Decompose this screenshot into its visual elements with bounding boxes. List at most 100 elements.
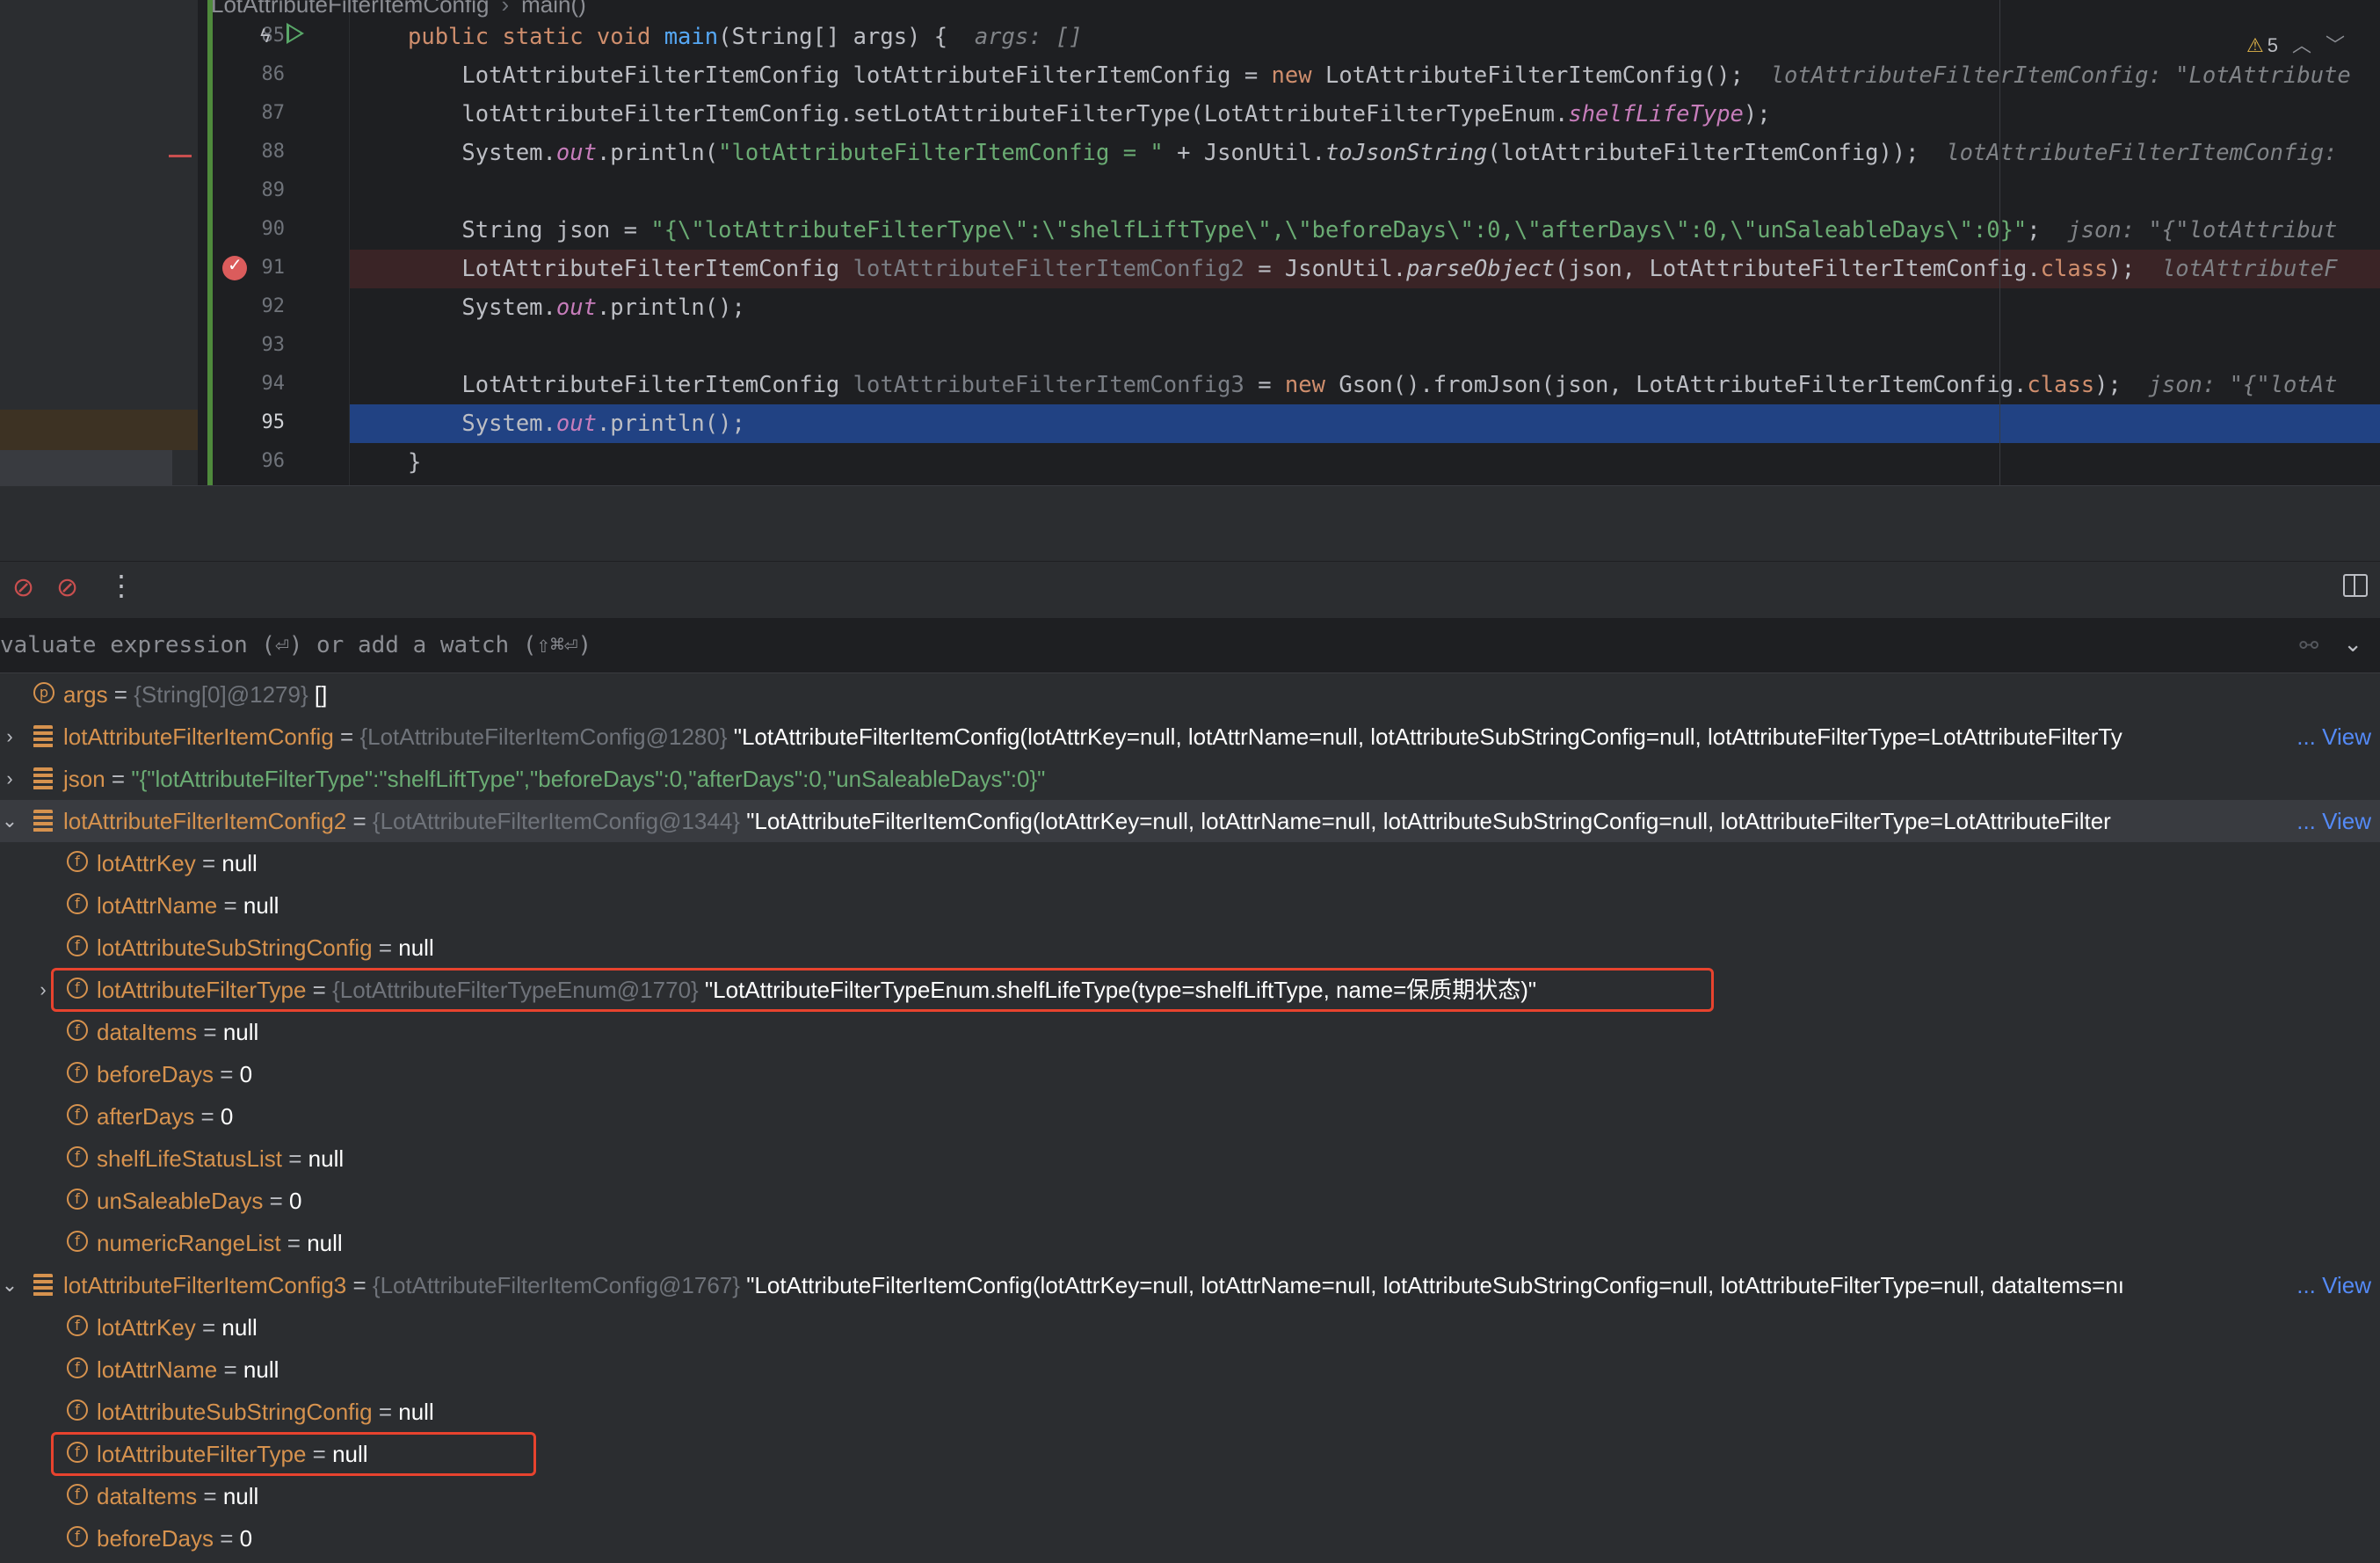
line-number[interactable]: 90 <box>223 218 286 240</box>
breadcrumb-method[interactable]: main() <box>521 0 586 18</box>
side-panel-scrollbar[interactable] <box>0 450 172 485</box>
equals-sign: = <box>197 1019 223 1045</box>
line-gutter[interactable]: 85 86 87 88 89 90 91 92 93 94 95 96 <box>213 0 350 485</box>
line-number[interactable]: 95 <box>223 411 286 433</box>
equals-sign: = <box>195 850 222 876</box>
code-line[interactable] <box>350 172 2380 211</box>
variable-row[interactable]: f beforeDays = 0 <box>0 1517 2380 1559</box>
line-number[interactable]: 85 <box>223 25 286 47</box>
line-number[interactable]: 87 <box>223 102 286 124</box>
more-options-icon[interactable]: ⋮ <box>107 569 135 602</box>
variable-row[interactable]: f unSaleableDays = 0 <box>0 1180 2380 1222</box>
variable-row[interactable]: f lotAttrName = null <box>0 884 2380 927</box>
field-icon: f <box>67 935 88 956</box>
code-line[interactable]: System.out.println(); <box>350 288 2380 327</box>
line-number[interactable]: 96 <box>223 450 286 472</box>
code-line[interactable]: System.out.println(); <box>350 404 2380 443</box>
lightning-icon[interactable]: ϟ <box>260 25 271 47</box>
variable-row[interactable]: f lotAttrKey = null <box>0 1306 2380 1349</box>
code-line[interactable]: public static void main(String[] args) {… <box>350 18 2380 56</box>
variable-row[interactable]: f shelfLifeStatusList = null <box>0 1138 2380 1180</box>
code-line[interactable]: lotAttributeFilterItemConfig.setLotAttri… <box>350 95 2380 134</box>
evaluate-expression-input[interactable] <box>0 618 2250 672</box>
code-line[interactable]: LotAttributeFilterItemConfig lotAttribut… <box>350 250 2380 288</box>
variable-row[interactable]: f afterDays = 0 <box>0 1095 2380 1138</box>
code-line-text: LotAttributeFilterItemConfig lotAttribut… <box>408 250 2337 288</box>
code-line[interactable]: LotAttributeFilterItemConfig lotAttribut… <box>350 56 2380 95</box>
line-number[interactable]: 93 <box>223 334 286 356</box>
code-line[interactable]: System.out.println("lotAttributeFilterIt… <box>350 134 2380 172</box>
code-token: Gson().fromJson(json, LotAttributeFilter… <box>1339 372 2028 398</box>
code-token: new <box>1284 372 1339 398</box>
equals-sign: = <box>213 1061 240 1087</box>
code-area[interactable]: public static void main(String[] args) {… <box>350 0 2380 485</box>
equals-sign: = <box>282 1145 308 1172</box>
chevron-right-icon[interactable]: › <box>0 716 19 758</box>
chevron-up-icon[interactable]: ︿ <box>2292 34 2311 56</box>
variable-name: unSaleableDays <box>97 1188 264 1214</box>
layout-icon[interactable] <box>2343 574 2368 597</box>
variable-row[interactable]: f lotAttrName = null <box>0 1349 2380 1391</box>
field-icon: f <box>67 1020 88 1041</box>
variable-value: null <box>222 1019 259 1045</box>
chevron-right-icon[interactable]: › <box>0 758 19 800</box>
chevron-down-icon[interactable]: ⌄ <box>0 1264 19 1306</box>
run-icon[interactable] <box>287 23 304 44</box>
line-number[interactable]: 94 <box>223 373 286 395</box>
line-number[interactable]: 86 <box>223 63 286 85</box>
view-breakpoints-icon[interactable]: ⊘ <box>12 572 34 603</box>
code-token: ); <box>2094 372 2149 398</box>
variable-text: lotAttributeSubStringConfig = null <box>97 927 434 969</box>
variable-row[interactable]: ⌄ lotAttributeFilterItemConfig3 = {LotAtt… <box>0 1264 2380 1306</box>
chevron-right-icon[interactable]: › <box>33 969 53 1011</box>
variable-row[interactable]: f beforeDays = 0 <box>0 1053 2380 1095</box>
variable-row[interactable]: f lotAttributeSubStringConfig = null <box>0 1391 2380 1433</box>
code-line[interactable]: LotAttributeFilterItemConfig lotAttribut… <box>350 366 2380 404</box>
code-token: out <box>555 140 597 166</box>
breakpoint-icon[interactable] <box>222 254 247 280</box>
code-line[interactable] <box>350 327 2380 366</box>
right-margin-guide <box>1999 0 2000 485</box>
variable-row[interactable]: f dataItems = null <box>0 1011 2380 1053</box>
variable-row[interactable]: f dataItems = null <box>0 1475 2380 1517</box>
line-number[interactable]: 88 <box>223 141 286 163</box>
highlight-annotation-box <box>51 1432 536 1476</box>
code-line-text: System.out.println(); <box>408 288 744 327</box>
variable-text: lotAttrName = null <box>97 1349 279 1391</box>
variable-row[interactable]: ⌄ lotAttributeFilterItemConfig2 = {LotAtt… <box>0 800 2380 842</box>
chevron-down-icon[interactable]: ⌄ <box>2343 630 2362 658</box>
chevron-down-icon[interactable]: ⌄ <box>0 800 19 842</box>
variable-name: lotAttributeFilterItemConfig <box>63 723 334 750</box>
equals-sign: = <box>107 681 134 708</box>
object-icon <box>33 810 53 832</box>
variable-row[interactable]: p args = {String[0]@1279} [] <box>0 673 2380 716</box>
mute-breakpoints-icon[interactable]: ⊘ <box>56 572 78 603</box>
view-link[interactable]: ... View <box>2291 1264 2371 1306</box>
field-icon: f <box>67 1231 88 1252</box>
panel-splitter[interactable] <box>0 485 2380 562</box>
code-editor[interactable]: LotAttributeFilterItemConfig › main() 85 86… <box>0 0 2380 485</box>
equals-sign: = <box>346 808 373 834</box>
glasses-icon[interactable]: ⚯ <box>2299 632 2318 659</box>
view-link[interactable]: ... View <box>2291 716 2371 758</box>
variables-tree[interactable]: p args = {String[0]@1279} [] › lotAttribute… <box>0 673 2380 1563</box>
variable-row[interactable]: f lotAttrKey = null <box>0 842 2380 884</box>
inspection-widget[interactable]: ⚠ 5 ︿ ﹀ <box>2246 30 2345 58</box>
line-number[interactable]: 89 <box>223 179 286 201</box>
variable-row[interactable]: f lotAttributeSubStringConfig = null <box>0 927 2380 969</box>
equals-sign: = <box>217 892 243 919</box>
variable-text: lotAttrName = null <box>97 884 279 927</box>
variable-text: lotAttributeFilterItemConfig3 = {LotAttr… <box>63 1264 2124 1306</box>
breadcrumb-class[interactable]: LotAttributeFilterItemConfig <box>211 0 489 18</box>
code-line[interactable]: String json = "{\"lotAttributeFilterType… <box>350 211 2380 250</box>
variable-row[interactable]: › lotAttributeFilterItemConfig = {LotAttr… <box>0 716 2380 758</box>
view-link[interactable]: ... View <box>2291 800 2371 842</box>
breadcrumb[interactable]: LotAttributeFilterItemConfig › main() <box>211 0 586 21</box>
variable-value: "{"lotAttributeFilterType":"shelfLiftTyp… <box>131 766 1046 792</box>
variable-row[interactable]: › json = "{"lotAttributeFilterType":"shel… <box>0 758 2380 800</box>
highlight-annotation-box <box>51 968 1714 1012</box>
line-number[interactable]: 92 <box>223 295 286 317</box>
chevron-down-icon[interactable]: ﹀ <box>2326 34 2345 56</box>
code-line[interactable]: } <box>350 443 2380 482</box>
variable-row[interactable]: f numericRangeList = null <box>0 1222 2380 1264</box>
